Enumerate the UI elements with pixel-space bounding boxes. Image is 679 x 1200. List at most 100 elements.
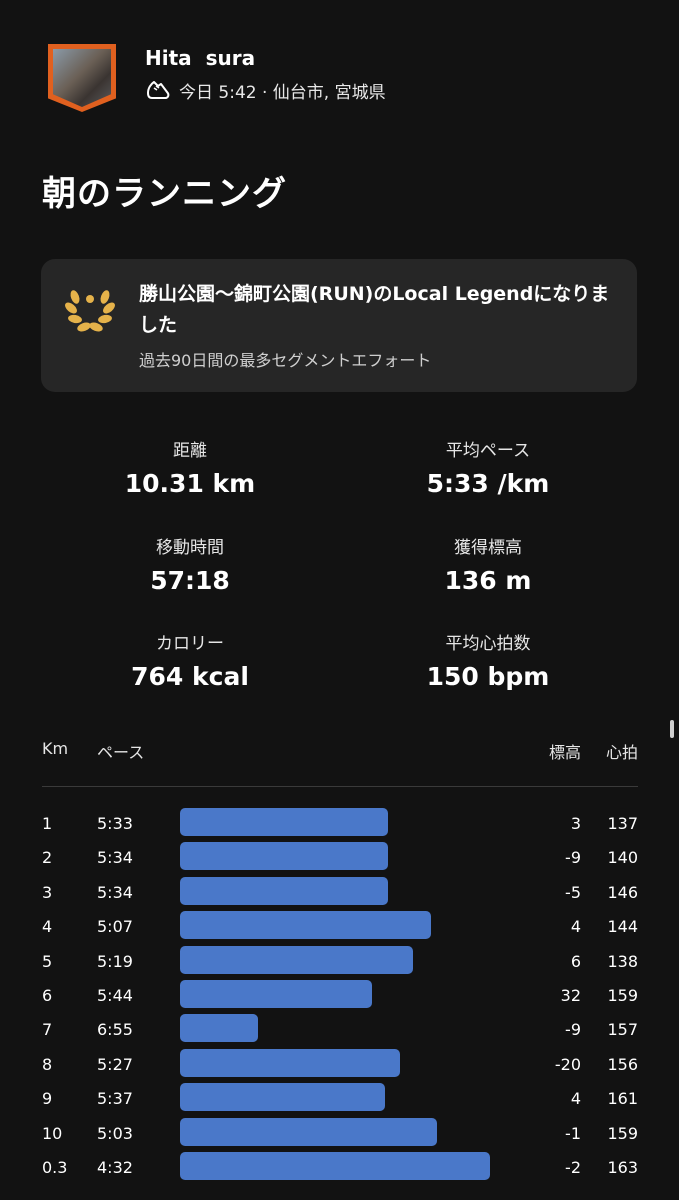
- split-row: 10 5:03 -1 159: [42, 1117, 638, 1152]
- split-heart-rate: 161: [607, 1089, 638, 1109]
- split-pace-bar: [180, 808, 388, 836]
- split-elevation: -2: [565, 1158, 581, 1177]
- split-row: 7 6:55 -9 157: [42, 1014, 638, 1048]
- split-heart-rate: 159: [607, 1123, 638, 1143]
- stat-value: 150 bpm: [426, 662, 550, 691]
- splits-header-elevation: 標高: [548, 743, 581, 762]
- athlete-name[interactable]: Hita sura: [145, 46, 255, 70]
- split-row: 5 5:19 6 138: [42, 945, 638, 980]
- split-row: 1 5:33 3 137: [42, 808, 638, 842]
- split-row: 2 5:34 -9 140: [42, 842, 638, 876]
- running-shoe-icon: [147, 81, 170, 99]
- split-pace-bar: [180, 911, 431, 940]
- split-km: 2: [42, 848, 53, 868]
- split-pace: 5:33: [97, 814, 133, 833]
- splits-header-pace: ペース: [97, 743, 145, 762]
- stat-value: 764 kcal: [131, 662, 249, 691]
- split-row: 6 5:44 32 159: [42, 980, 638, 1014]
- stat-label: カロリー: [156, 634, 224, 654]
- split-km: 0.3: [42, 1158, 68, 1177]
- split-pace: 5:03: [97, 1123, 133, 1143]
- split-pace: 5:37: [97, 1089, 133, 1109]
- stat-calories: カロリー 764 kcal: [40, 629, 340, 691]
- split-km: 5: [42, 951, 53, 971]
- stat-label: 平均ペース: [445, 441, 531, 461]
- split-heart-rate: 159: [607, 986, 638, 1005]
- split-heart-rate: 138: [607, 951, 638, 971]
- split-heart-rate: 146: [607, 882, 638, 902]
- split-elevation: -5: [565, 882, 581, 902]
- stat-label: 獲得標高: [454, 538, 522, 558]
- split-elevation: 4: [570, 917, 581, 937]
- split-heart-rate: 156: [607, 1054, 638, 1074]
- split-km: 9: [42, 1089, 53, 1109]
- split-km: 1: [42, 814, 53, 833]
- split-heart-rate: 144: [607, 917, 638, 937]
- split-pace: 4:32: [97, 1158, 133, 1177]
- splits-header-km: Km: [42, 739, 69, 758]
- split-pace: 5:19: [97, 951, 133, 971]
- stat-value: 57:18: [150, 566, 230, 595]
- split-km: 6: [42, 986, 53, 1005]
- stat-label: 平均心拍数: [445, 634, 531, 654]
- split-pace-bar: [180, 1117, 437, 1146]
- stat-moving-time: 移動時間 57:18: [40, 533, 340, 595]
- split-pace-bar: [180, 876, 388, 905]
- split-pace-bar: [180, 980, 372, 1008]
- split-pace: 6:55: [97, 1020, 133, 1040]
- split-pace: 5:27: [97, 1054, 133, 1074]
- split-km: 7: [42, 1020, 53, 1040]
- split-pace-bar: [180, 1048, 400, 1077]
- split-km: 3: [42, 882, 53, 902]
- stat-value: 5:33 /km: [426, 469, 550, 498]
- activity-title: 朝のランニング: [42, 174, 287, 214]
- split-pace: 5:34: [97, 848, 133, 868]
- stat-avg-pace: 平均ペース 5:33 /km: [338, 436, 638, 498]
- split-elevation: -20: [554, 1054, 581, 1074]
- split-elevation: -9: [565, 1020, 581, 1040]
- scrollbar[interactable]: [670, 720, 674, 738]
- split-pace: 5:07: [97, 917, 133, 937]
- split-pace-bar: [180, 1014, 258, 1043]
- avatar-photo: [53, 49, 111, 107]
- split-row: 0.3 4:32 -2 163: [42, 1152, 638, 1186]
- stat-label: 移動時間: [156, 538, 224, 558]
- athlete-avatar[interactable]: [48, 44, 116, 112]
- split-elevation: 3: [570, 814, 581, 833]
- activity-meta: 今日 5:42 · 仙台市, 宮城県: [145, 78, 386, 103]
- local-legend-card[interactable]: 勝山公園〜錦町公園(RUN)のLocal Legendになりました 過去90日間…: [41, 259, 637, 392]
- split-row: 9 5:37 4 161: [42, 1083, 638, 1117]
- split-heart-rate: 163: [607, 1158, 638, 1177]
- split-elevation: -9: [565, 848, 581, 868]
- achievement-title: 勝山公園〜錦町公園(RUN)のLocal Legendになりました: [139, 283, 610, 336]
- stat-label: 距離: [173, 441, 207, 461]
- stat-value: 136 m: [444, 566, 532, 595]
- split-row: 4 5:07 4 144: [42, 911, 638, 945]
- split-km: 8: [42, 1054, 53, 1074]
- split-row: 3 5:34 -5 146: [42, 876, 638, 911]
- split-elevation: 32: [560, 986, 581, 1005]
- split-heart-rate: 137: [607, 814, 638, 833]
- split-pace: 5:44: [97, 986, 133, 1005]
- stat-value: 10.31 km: [124, 469, 256, 498]
- splits-header: Km ペース 標高 心拍: [42, 739, 638, 767]
- split-elevation: -1: [565, 1123, 581, 1143]
- achievement-subtitle: 過去90日間の最多セグメントエフォート: [139, 351, 432, 370]
- split-km: 10: [42, 1123, 63, 1143]
- split-km: 4: [42, 917, 53, 937]
- split-pace-bar: [180, 945, 413, 974]
- split-elevation: 6: [570, 951, 581, 971]
- split-elevation: 4: [570, 1089, 581, 1109]
- split-heart-rate: 140: [607, 848, 638, 868]
- stat-distance: 距離 10.31 km: [40, 436, 340, 498]
- split-heart-rate: 157: [607, 1020, 638, 1040]
- splits-divider: [42, 786, 638, 787]
- split-row: 8 5:27 -20 156: [42, 1048, 638, 1083]
- activity-header: Hita sura 今日 5:42 · 仙台市, 宮城県: [48, 44, 648, 114]
- activity-time-location: 今日 5:42 · 仙台市, 宮城県: [179, 82, 386, 103]
- stat-elevation-gain: 獲得標高 136 m: [338, 533, 638, 595]
- stat-avg-heart-rate: 平均心拍数 150 bpm: [338, 629, 638, 691]
- splits-header-heart-rate: 心拍: [605, 743, 638, 762]
- split-pace-bar: [180, 1083, 385, 1112]
- split-pace-bar: [180, 1152, 490, 1180]
